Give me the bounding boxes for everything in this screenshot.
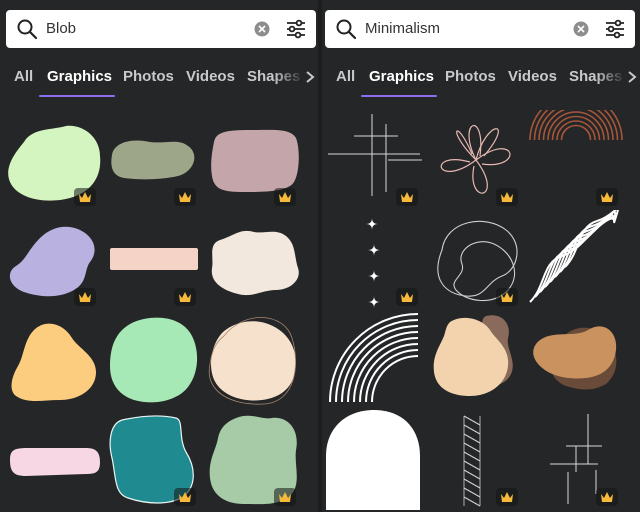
crown-icon [179,292,191,302]
crown-icon [179,492,191,502]
tab-graphics[interactable]: Graphics [47,68,112,85]
search-icon [17,19,38,40]
chevron-right-icon [306,71,315,83]
tab-graphics[interactable]: Graphics [369,68,434,85]
crown-icon [501,492,513,502]
category-tabs: AllGraphicsPhotosVideosShapes [322,64,640,100]
premium-badge [496,188,518,206]
filter-icon[interactable] [285,18,307,40]
mint-blob-graphic [110,317,198,403]
chevron-right-icon [628,71,637,83]
pink-bar-graphic [10,448,100,476]
result-sage-blob[interactable] [204,410,304,510]
premium-badge [274,188,296,206]
result-teal-blob[interactable] [104,410,204,510]
filter-icon[interactable] [604,18,626,40]
crown-icon [501,292,513,302]
result-white-arch[interactable] [326,410,426,510]
crown-icon [179,192,191,202]
left-panel: BlobAllGraphicsPhotosVideosShapes [0,0,318,512]
crown-icon [501,192,513,202]
tab-photos[interactable]: Photos [123,68,174,85]
tab-photos[interactable]: Photos [445,68,496,85]
peach-blob-shadow-graphic [433,315,513,396]
premium-badge [74,288,96,306]
result-step-lines[interactable] [526,410,626,510]
tan-blob-shadow-graphic [533,326,617,390]
premium-badge [496,488,518,506]
clear-icon[interactable] [254,21,270,37]
premium-badge [596,188,618,206]
right-panel: MinimalismAllGraphicsPhotosVideosShapes [322,0,640,512]
tab-videos[interactable]: Videos [508,68,557,85]
result-yellow-blob[interactable] [4,310,104,410]
result-cream-blob[interactable] [204,210,304,310]
cream-blob-graphic [211,230,299,296]
search-icon [336,19,357,40]
result-outline-cream-blob[interactable] [204,310,304,410]
result-diagonal-hatch[interactable] [426,410,526,510]
crown-icon [279,192,291,202]
tab-videos[interactable]: Videos [186,68,235,85]
premium-badge [174,488,196,506]
premium-badge [74,188,96,206]
premium-badge [396,288,418,306]
wave-stripes-graphic [529,210,619,303]
crown-icon [279,492,291,502]
result-white-arcs[interactable] [326,310,426,410]
outline-cream-blob-graphic [208,317,296,405]
white-arcs-graphic [329,313,419,403]
premium-badge [496,288,518,306]
result-tan-blob-shadow[interactable] [526,310,626,410]
result-wave-stripes[interactable] [526,210,626,310]
result-peach-blob-shadow[interactable] [426,310,526,410]
crown-icon [79,192,91,202]
crown-icon [401,192,413,202]
premium-badge [396,188,418,206]
premium-badge [274,488,296,506]
results-grid [322,100,640,512]
tabs-fade [274,64,304,94]
result-rainbow-arcs[interactable] [526,110,626,210]
result-outline-blobs[interactable] [426,210,526,310]
result-mint-blob[interactable] [104,310,204,410]
result-mauve-blob[interactable] [204,110,304,210]
tab-all[interactable]: All [336,68,355,85]
search-bar[interactable]: Minimalism [325,10,635,48]
tabs-fade [596,64,626,94]
result-sparkles[interactable] [326,210,426,310]
white-arch-graphic [326,410,420,510]
results-grid [0,100,318,512]
crown-icon [601,192,613,202]
result-olive-blob[interactable] [104,110,204,210]
premium-badge [174,188,196,206]
category-tabs: AllGraphicsPhotosVideosShapes [0,64,318,100]
search-input[interactable]: Blob [46,20,76,37]
result-loop-flower[interactable] [426,110,526,210]
crown-icon [401,292,413,302]
yellow-blob-graphic [11,323,96,401]
clear-icon[interactable] [573,21,589,37]
result-pink-bar[interactable] [4,410,104,510]
result-peach-bar[interactable] [104,210,204,310]
tab-all[interactable]: All [14,68,33,85]
active-tab-underline [361,95,437,97]
result-lavender-blob[interactable] [4,210,104,310]
crown-icon [79,292,91,302]
active-tab-underline [39,95,115,97]
result-cross-lines[interactable] [326,110,426,210]
premium-badge [596,488,618,506]
search-bar[interactable]: Blob [6,10,316,48]
search-input[interactable]: Minimalism [365,20,440,37]
result-green-blob[interactable] [4,110,104,210]
crown-icon [601,492,613,502]
premium-badge [174,288,196,306]
